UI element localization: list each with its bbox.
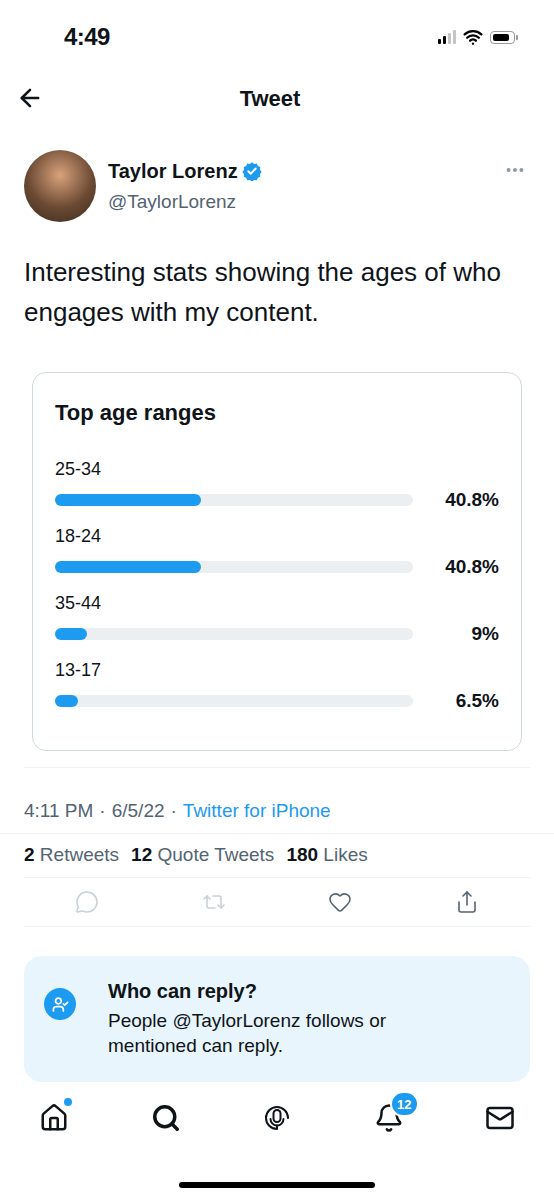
tweet-date: 6/5/22 [112, 797, 165, 826]
stat[interactable]: 12 Quote Tweets [131, 841, 274, 870]
retweet-icon [202, 890, 226, 914]
age-label: 18-24 [55, 524, 499, 548]
verified-badge-icon [242, 161, 262, 181]
age-row: 35-44 9% [55, 591, 499, 647]
heart-icon [328, 890, 352, 914]
messages-tab[interactable] [468, 1090, 532, 1146]
reply-settings-text: People @TaylorLorenz follows or mentione… [108, 1008, 468, 1058]
age-bar-track [55, 628, 413, 640]
search-tab[interactable] [134, 1090, 198, 1146]
age-value: 40.8% [413, 487, 499, 513]
home-indicator [179, 1182, 375, 1188]
notifications-tab[interactable]: 12 [357, 1090, 421, 1146]
tweet-actions [24, 878, 530, 927]
home-icon [39, 1103, 69, 1133]
age-bar-track [55, 494, 413, 506]
search-icon [151, 1103, 181, 1133]
battery-icon [490, 31, 518, 44]
age-label: 35-44 [55, 591, 499, 615]
author-handle: @TaylorLorenz [108, 188, 500, 217]
age-bar-fill [55, 561, 201, 573]
age-value: 9% [413, 621, 499, 647]
signal-icon [438, 30, 456, 44]
back-button[interactable] [14, 82, 46, 114]
reply-button [63, 878, 111, 926]
age-value: 6.5% [413, 688, 499, 714]
age-row: 13-17 6.5% [55, 658, 499, 714]
age-label: 13-17 [55, 658, 499, 682]
more-icon [504, 159, 526, 181]
screen: 4:49 Tweet Taylor Lorenz@TaylorLorenz Inter… [0, 0, 554, 1200]
reply-settings: Who can reply? People @TaylorLorenz follo… [24, 956, 530, 1082]
age-bar-fill [55, 494, 201, 506]
header-title: Tweet [240, 82, 301, 115]
wifi-icon [463, 27, 483, 47]
age-row: 18-24 40.8% [55, 524, 499, 580]
notification-badge: 12 [390, 1091, 418, 1117]
tweet-stats: 2 Retweets 12 Quote Tweets 180 Likes [24, 834, 530, 878]
tweet-time: 4:11 PM [24, 797, 93, 826]
like-button[interactable] [316, 878, 364, 926]
header: Tweet [0, 74, 554, 122]
back-arrow-icon [16, 84, 44, 112]
spaces-icon [262, 1103, 292, 1133]
age-label: 25-34 [55, 457, 499, 481]
tweet-source[interactable]: Twitter for iPhone [183, 797, 331, 826]
unread-dot [64, 1098, 72, 1106]
age-bar-fill [55, 695, 78, 707]
reply-icon [75, 890, 99, 914]
status-bar: 4:49 [0, 0, 554, 74]
status-time: 4:49 [64, 19, 110, 55]
card-title: Top age ranges [55, 399, 499, 427]
tab-bar: 12 [0, 1082, 554, 1200]
tweet-meta: 4:11 PM·6/5/22·Twitter for iPhone [0, 768, 554, 835]
age-bar-fill [55, 628, 87, 640]
tweet-author: Taylor Lorenz@TaylorLorenz [0, 150, 554, 222]
home-tab[interactable] [22, 1090, 86, 1146]
age-value: 40.8% [413, 554, 499, 580]
author-name[interactable]: Taylor Lorenz [108, 156, 238, 186]
avatar[interactable] [24, 150, 96, 222]
reply-settings-title: Who can reply? [108, 978, 468, 1004]
age-bar-track [55, 695, 413, 707]
age-bar-track [55, 561, 413, 573]
mail-icon [485, 1103, 515, 1133]
stat[interactable]: 180 Likes [286, 841, 367, 870]
age-card: Top age ranges 25-34 40.8% 18-24 40.8% 35-44 9… [32, 372, 522, 751]
content: 4:49 Tweet Taylor Lorenz@TaylorLorenz Inter… [0, 0, 554, 1082]
tweet-text: Interesting stats showing the ages of wh… [0, 252, 554, 332]
share-button[interactable] [443, 878, 491, 926]
stat[interactable]: 2 Retweets [24, 841, 119, 870]
age-row: 25-34 40.8% [55, 457, 499, 513]
share-icon [455, 890, 479, 914]
more-button[interactable] [500, 158, 530, 182]
spaces-tab[interactable] [245, 1090, 309, 1146]
retweet-button [190, 878, 238, 926]
user-check-icon [52, 996, 69, 1013]
